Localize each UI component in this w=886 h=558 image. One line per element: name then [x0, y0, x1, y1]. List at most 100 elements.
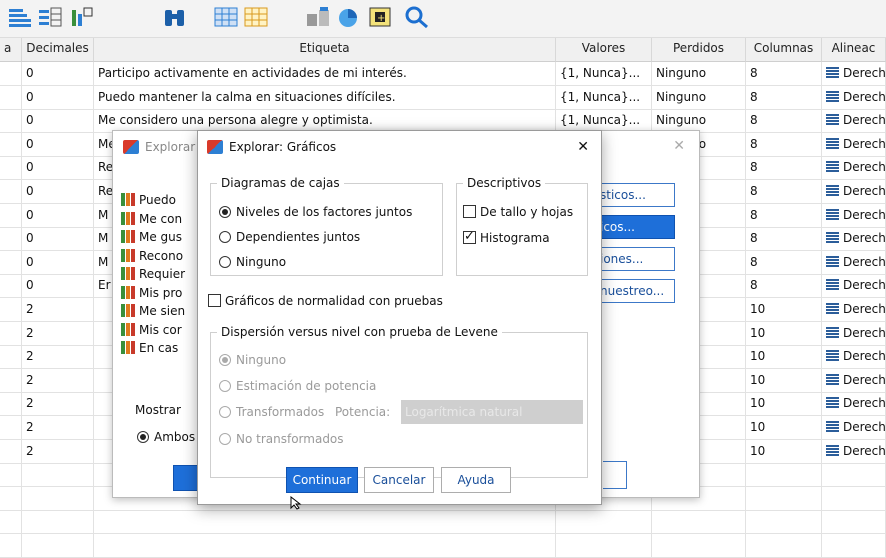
cell-decimales[interactable]: 0	[22, 227, 94, 252]
empty-row[interactable]	[0, 510, 886, 535]
cell-name[interactable]	[0, 62, 22, 86]
close-icon[interactable]: ✕	[577, 131, 589, 163]
cell-decimales[interactable]: 2	[22, 298, 94, 322]
cell-alineacion[interactable]: Derech	[822, 321, 886, 346]
cell-decimales[interactable]: 0	[22, 156, 94, 181]
cell-columnas[interactable]: 10	[746, 298, 822, 322]
cell-decimales[interactable]: 0	[22, 180, 94, 204]
cell-alineacion[interactable]: Derech	[822, 416, 886, 440]
cell-columnas[interactable]: 10	[746, 439, 822, 464]
cell-decimales[interactable]: 2	[22, 439, 94, 464]
cell-decimales[interactable]: 2	[22, 416, 94, 440]
cell-name[interactable]	[0, 85, 22, 110]
cell-alineacion[interactable]: Derech	[822, 274, 886, 299]
empty-cell[interactable]	[746, 463, 822, 488]
cell-alineacion[interactable]: Derech	[822, 392, 886, 417]
explorar-variable-list[interactable]: Puedo Me con Me gus Recono Requier Mis pro Me …	[121, 191, 201, 358]
cell-alineacion[interactable]: Derech	[822, 132, 886, 157]
empty-cell[interactable]	[94, 510, 556, 535]
cell-columnas[interactable]: 8	[746, 132, 822, 157]
cell-etiqueta[interactable]: Puedo mantener la calma en situaciones d…	[94, 85, 556, 110]
cell-decimales[interactable]: 0	[22, 274, 94, 299]
mostrar-ambos-radio[interactable]: Ambos	[137, 429, 195, 445]
col-header-valores[interactable]: Valores	[556, 38, 652, 62]
weight-cases-icon[interactable]	[336, 6, 360, 28]
list-item[interactable]: Me gus	[121, 228, 201, 247]
cell-alineacion[interactable]: Derech	[822, 203, 886, 228]
cell-decimales[interactable]: 2	[22, 321, 94, 346]
cell-perdidos[interactable]: Ninguno	[652, 62, 746, 86]
cell-decimales[interactable]: 0	[22, 132, 94, 157]
cell-alineacion[interactable]: Derech	[822, 180, 886, 204]
empty-cell[interactable]	[22, 486, 94, 511]
power-estimation-radio[interactable]: Estimación de potencia	[219, 378, 376, 394]
cell-etiqueta[interactable]: Participo activamente en actividades de …	[94, 62, 556, 86]
binoculars-icon[interactable]	[163, 6, 187, 28]
split-file-icon[interactable]	[306, 6, 330, 28]
spread-none-radio[interactable]: Ninguno	[219, 352, 286, 368]
cell-columnas[interactable]: 10	[746, 345, 822, 370]
empty-cell[interactable]	[22, 463, 94, 488]
cell-name[interactable]	[0, 274, 22, 299]
cell-decimales[interactable]: 2	[22, 345, 94, 370]
continuar-button[interactable]: Continuar	[286, 467, 358, 493]
bootstrap-button[interactable]: nuestreo...	[593, 279, 675, 303]
empty-cell[interactable]	[0, 486, 22, 511]
list-item[interactable]: Mis pro	[121, 284, 201, 303]
graficos-button[interactable]: icos...	[593, 215, 675, 239]
normality-plots-checkbox[interactable]: Gráficos de normalidad con pruebas	[208, 293, 443, 309]
cell-columnas[interactable]: 8	[746, 274, 822, 299]
empty-cell[interactable]	[0, 534, 22, 558]
col-header-name[interactable]: a	[0, 38, 22, 62]
cell-valores[interactable]: {1, Nunca}...	[556, 62, 652, 86]
empty-cell[interactable]	[822, 486, 886, 511]
transformed-radio[interactable]: Transformados	[219, 404, 324, 420]
cell-alineacion[interactable]: Derech	[822, 250, 886, 275]
cell-columnas[interactable]: 8	[746, 203, 822, 228]
col-header-alineacion[interactable]: Alineac	[822, 38, 886, 62]
list-item[interactable]: Me sien	[121, 302, 201, 321]
data-view-icon[interactable]	[38, 6, 62, 28]
potencia-select[interactable]: Logarítmica natural	[401, 400, 583, 424]
cell-name[interactable]	[0, 227, 22, 252]
empty-cell[interactable]	[746, 534, 822, 558]
explorar-close-icon[interactable]: ✕	[673, 138, 685, 154]
col-header-decimales[interactable]: Decimales	[22, 38, 94, 62]
cell-name[interactable]	[0, 132, 22, 157]
not-transformed-radio[interactable]: No transformados	[219, 431, 344, 447]
col-header-perdidos[interactable]: Perdidos	[652, 38, 746, 62]
table-icon[interactable]	[244, 6, 268, 28]
empty-cell[interactable]	[22, 510, 94, 535]
empty-cell[interactable]	[746, 486, 822, 511]
empty-cell[interactable]	[822, 463, 886, 488]
select-cases-icon[interactable]: +	[368, 6, 392, 28]
table-row[interactable]: 0 Puedo mantener la calma en situaciones …	[0, 85, 886, 110]
cell-name[interactable]	[0, 321, 22, 346]
cell-columnas[interactable]: 8	[746, 250, 822, 275]
empty-cell[interactable]	[652, 534, 746, 558]
dependents-together-radio[interactable]: Dependientes juntos	[219, 229, 360, 245]
histogram-checkbox[interactable]: Histograma	[463, 229, 550, 246]
col-header-columnas[interactable]: Columnas	[746, 38, 822, 62]
list-item[interactable]: Requier	[121, 265, 201, 284]
cell-name[interactable]	[0, 203, 22, 228]
cell-columnas[interactable]: 8	[746, 227, 822, 252]
cell-decimales[interactable]: 0	[22, 203, 94, 228]
cell-decimales[interactable]: 0	[22, 250, 94, 275]
cell-columnas[interactable]: 8	[746, 109, 822, 134]
empty-cell[interactable]	[556, 510, 652, 535]
boxplots-none-radio[interactable]: Ninguno	[219, 254, 286, 270]
ayuda-button[interactable]: Ayuda	[441, 467, 511, 493]
cell-decimales[interactable]: 0	[22, 62, 94, 86]
search-icon[interactable]	[405, 6, 429, 29]
cancelar-button[interactable]: Cancelar	[364, 467, 434, 493]
empty-cell[interactable]	[746, 510, 822, 535]
empty-cell[interactable]	[822, 534, 886, 558]
empty-cell[interactable]	[652, 510, 746, 535]
empty-cell[interactable]	[556, 534, 652, 558]
list-item[interactable]: En cas	[121, 339, 201, 358]
cell-columnas[interactable]: 10	[746, 392, 822, 417]
factor-levels-radio[interactable]: Niveles de los factores juntos	[219, 204, 412, 220]
explorar-button-partial[interactable]	[603, 461, 627, 489]
cell-name[interactable]	[0, 368, 22, 393]
